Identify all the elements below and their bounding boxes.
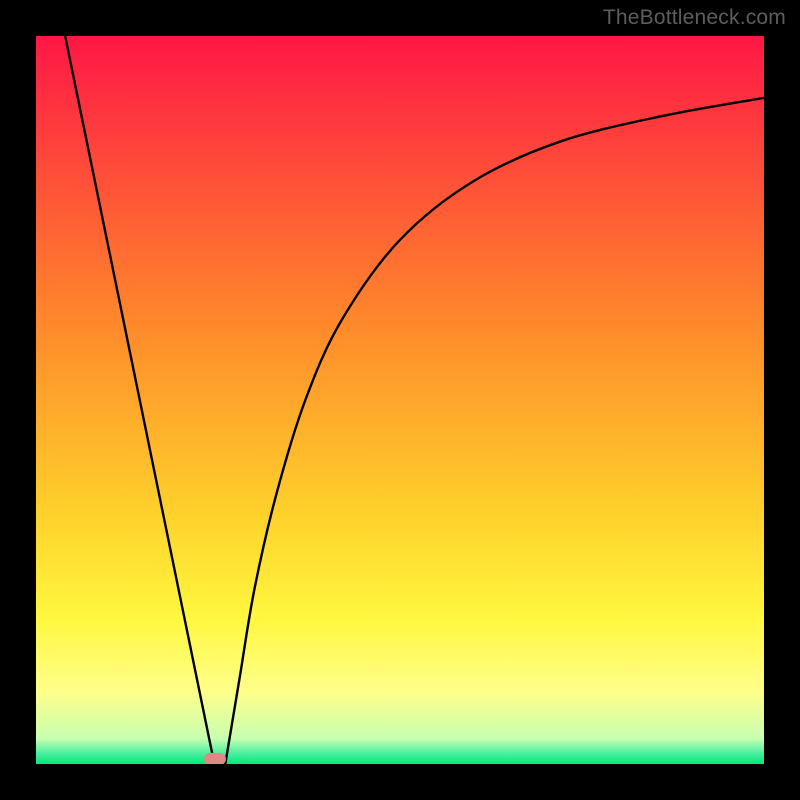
gradient-bg (36, 36, 764, 764)
watermark-text: TheBottleneck.com (603, 6, 786, 30)
plot-area (36, 36, 764, 764)
chart-frame: TheBottleneck.com (0, 0, 800, 800)
plot-svg (36, 36, 764, 764)
optimum-marker (204, 753, 226, 764)
